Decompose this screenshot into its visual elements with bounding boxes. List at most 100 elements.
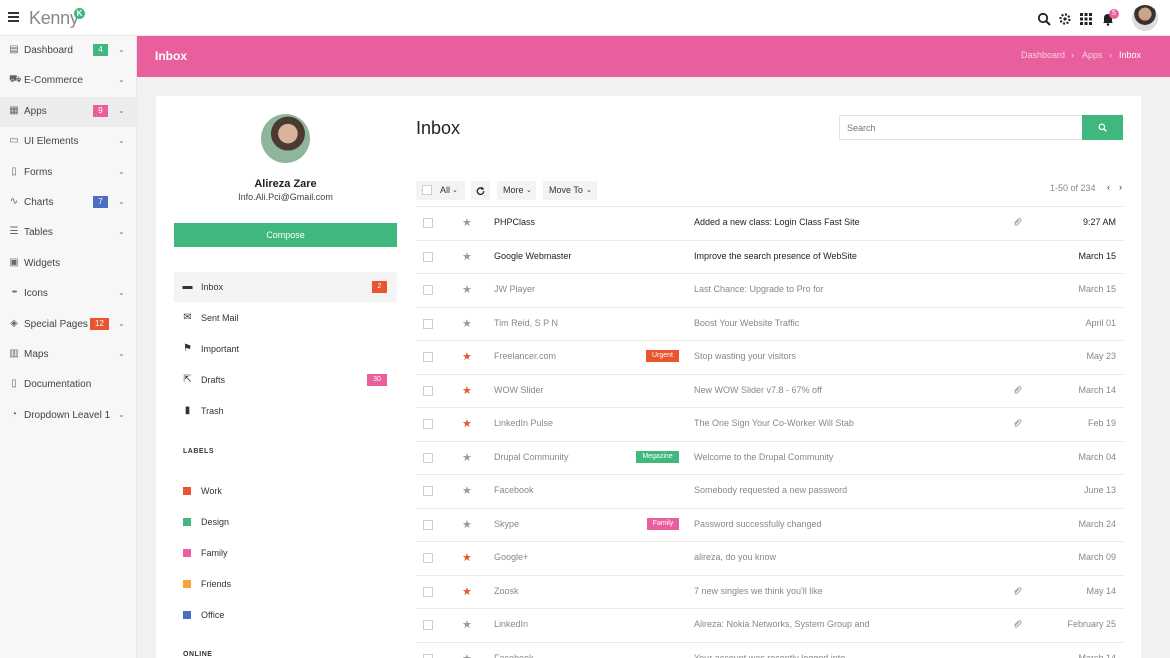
sidebar-item-maps[interactable]: ▥ Maps ⌄ — [0, 340, 137, 370]
star-icon[interactable]: ★ — [462, 652, 472, 658]
star-icon[interactable]: ★ — [462, 250, 472, 263]
message-checkbox[interactable] — [423, 385, 433, 396]
gear-icon[interactable] — [1058, 12, 1072, 26]
message-checkbox[interactable] — [423, 218, 433, 228]
label-friends[interactable]: Friends — [174, 570, 397, 598]
chevron-down-icon: ⌄ — [118, 288, 125, 298]
sidebar-item-e-commerce[interactable]: ⛟ E-Commerce ⌄ — [0, 66, 137, 96]
star-icon[interactable]: ★ — [462, 484, 472, 497]
sidebar-item-ui-elements[interactable]: ▭ UI Elements ⌄ — [0, 127, 137, 157]
message-sender: Facebook — [494, 652, 534, 658]
label-office[interactable]: Office — [174, 601, 397, 629]
star-icon[interactable]: ★ — [462, 551, 472, 564]
folder-inbox[interactable]: ▬ Inbox 2 — [174, 272, 397, 302]
sidebar-item-dashboard[interactable]: ▤ Dashboard 4 ⌄ — [0, 36, 137, 66]
star-icon[interactable]: ★ — [462, 518, 472, 531]
prev-page-button[interactable]: ‹ — [1107, 182, 1110, 192]
message-checkbox[interactable] — [423, 251, 433, 262]
label-design[interactable]: Design — [174, 508, 397, 536]
message-checkbox[interactable] — [423, 318, 433, 329]
sidebar-item-forms[interactable]: ▯ Forms ⌄ — [0, 158, 137, 188]
sidebar-item-dropdown-leavel-1[interactable]: ◔ Dropdown Leavel 1 ⌄ — [0, 401, 137, 431]
message-row[interactable]: ★ Skype Family Password successfully change… — [416, 507, 1124, 541]
folder-trash[interactable]: ▮ Trash — [174, 396, 397, 426]
avatar[interactable] — [1132, 5, 1158, 31]
sidebar-item-documentation[interactable]: ▯ Documentation — [0, 370, 137, 400]
message-row[interactable]: ★ Facebook Your account was recently logge… — [416, 641, 1124, 658]
sidebar-badge: 9 — [93, 104, 108, 117]
label-name: Family — [201, 548, 228, 558]
message-row[interactable]: ★ Freelancer.com Urgent Stop wasting your v… — [416, 340, 1124, 373]
folder-important[interactable]: ⚑ Important — [174, 334, 397, 364]
message-checkbox[interactable] — [423, 352, 433, 362]
message-checkbox[interactable] — [423, 452, 433, 463]
message-sender: Skype — [494, 518, 520, 529]
star-icon[interactable]: ★ — [462, 451, 472, 464]
label-work[interactable]: Work — [174, 477, 397, 505]
folder-drafts[interactable]: ⇱ Drafts 30 — [174, 365, 397, 395]
refresh-icon — [476, 186, 485, 195]
star-icon[interactable]: ★ — [462, 384, 472, 397]
refresh-button[interactable] — [471, 181, 490, 200]
star-icon[interactable]: ★ — [462, 350, 472, 363]
star-icon[interactable]: ★ — [462, 283, 472, 296]
sidebar-item-apps[interactable]: ▦ Apps 9 ⌄ — [0, 96, 137, 127]
message-row[interactable]: ★ JW Player Last Chance: Upgrade to Pro fo… — [416, 273, 1124, 306]
sidebar-item-tables[interactable]: ☰ Tables ⌄ — [0, 218, 137, 248]
star-icon[interactable]: ★ — [462, 216, 472, 229]
message-subject: Stop wasting your visitors — [694, 351, 797, 361]
message-checkbox[interactable] — [423, 519, 433, 530]
message-row[interactable]: ★ Google+ alireza, do you know March 09 — [416, 541, 1124, 574]
label-color-swatch — [183, 518, 191, 526]
select-all-dropdown[interactable]: All ⌄ — [416, 181, 465, 200]
message-row[interactable]: ★ LinkedIn Alireza: Nokia Networks, System… — [416, 608, 1124, 641]
select-all-checkbox[interactable] — [422, 185, 432, 195]
message-checkbox[interactable] — [423, 285, 433, 295]
sidebar-item-charts[interactable]: ∿ Charts 7 ⌄ — [0, 188, 137, 218]
chevron-down-icon: ⌄ — [118, 105, 125, 115]
search-input[interactable] — [839, 115, 1083, 140]
message-sender: LinkedIn — [494, 619, 529, 629]
next-page-button[interactable]: › — [1119, 182, 1122, 192]
logo[interactable]: Kenny — [29, 8, 79, 29]
message-checkbox[interactable] — [423, 620, 433, 630]
search-button[interactable] — [1082, 115, 1123, 140]
breadcrumb-apps[interactable]: Apps — [1082, 50, 1103, 60]
message-row[interactable]: ★ WOW Slider New WOW Slider v7.8 - 67% off… — [416, 373, 1124, 407]
message-row[interactable]: ★ PHPClass Added a new class: Login Class … — [416, 206, 1124, 239]
grid-icon[interactable] — [1079, 12, 1093, 26]
message-row[interactable]: ★ Google Webmaster Improve the search pres… — [416, 239, 1124, 273]
message-row[interactable]: ★ Drupal Community Megazine Welcome to the … — [416, 440, 1124, 474]
dropdown-icon: ◔ — [10, 408, 18, 420]
folder-sent-mail[interactable]: ✉ Sent Mail — [174, 303, 397, 333]
chevron-down-icon: ⌄ — [526, 187, 532, 194]
folder-badge: 2 — [372, 281, 387, 293]
move-to-dropdown[interactable]: Move To ⌄ — [543, 181, 597, 200]
star-icon[interactable]: ★ — [462, 585, 472, 598]
star-icon[interactable]: ★ — [462, 417, 472, 430]
message-checkbox[interactable] — [423, 653, 433, 658]
more-dropdown[interactable]: More ⌄ — [497, 181, 536, 200]
message-checkbox[interactable] — [423, 553, 433, 563]
search-icon[interactable] — [1037, 12, 1051, 26]
message-date: February 25 — [1067, 619, 1116, 629]
star-icon[interactable]: ★ — [462, 618, 472, 631]
breadcrumb-dashboard[interactable]: Dashboard — [1021, 50, 1065, 60]
message-row[interactable]: ★ Tim Reid, S P N Boost Your Website Traff… — [416, 306, 1124, 340]
sidebar-item-label: Forms — [24, 166, 53, 178]
message-checkbox[interactable] — [423, 586, 433, 597]
message-checkbox[interactable] — [423, 486, 433, 496]
label-family[interactable]: Family — [174, 539, 397, 567]
message-row[interactable]: ★ Zoosk 7 new singles we think you'll like… — [416, 574, 1124, 608]
compose-button[interactable]: Compose — [174, 223, 397, 247]
message-row[interactable]: ★ LinkedIn Pulse The One Sign Your Co-Work… — [416, 407, 1124, 440]
message-row[interactable]: ★ Facebook Somebody requested a new passwo… — [416, 474, 1124, 507]
sidebar-item-widgets[interactable]: ▣ Widgets — [0, 249, 137, 279]
message-checkbox[interactable] — [423, 419, 433, 429]
star-icon[interactable]: ★ — [462, 317, 472, 330]
sidebar-item-special-pages[interactable]: ◈ Special Pages 12 ⌄ — [0, 310, 137, 340]
sidebar-item-label: Icons — [24, 288, 48, 300]
sidebar-item-icons[interactable]: ••• Icons ⌄ — [0, 279, 137, 309]
folder-label: Important — [201, 344, 240, 354]
menu-icon[interactable] — [8, 12, 19, 22]
